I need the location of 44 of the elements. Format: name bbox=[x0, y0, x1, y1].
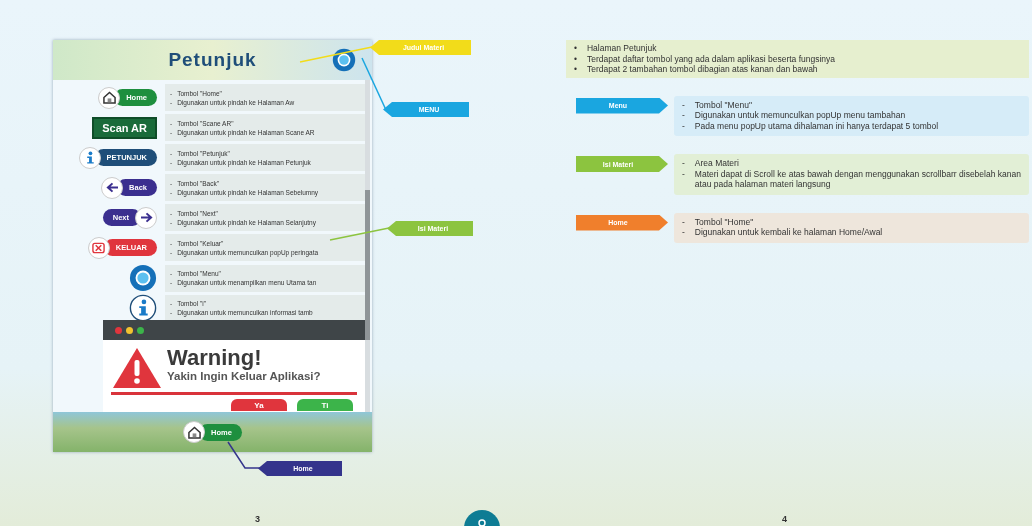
window-dot bbox=[137, 326, 144, 334]
house-icon bbox=[102, 91, 116, 104]
info-button[interactable] bbox=[129, 294, 157, 322]
bullet-mark: - bbox=[682, 99, 685, 110]
page-title: Petunjuk bbox=[168, 49, 257, 71]
description-text: Area Materi bbox=[694, 158, 740, 169]
page-button[interactable] bbox=[464, 510, 500, 526]
bullet-mark: - bbox=[682, 168, 685, 181]
left-arrow-icon bbox=[105, 182, 119, 193]
menu-button[interactable] bbox=[129, 264, 157, 292]
page-number: 4 bbox=[782, 514, 787, 524]
close-icon bbox=[92, 241, 106, 254]
description-text: Materi dapat di Scroll ke atas bawah dengan menggunakan scrollbarr disebelah kanan atau pada halaman materi langsung bbox=[694, 168, 1021, 190]
dialog-message: Yakin Ingin Keluar Aplikasi? bbox=[167, 370, 321, 382]
bullet-mark: - bbox=[682, 110, 685, 121]
no-button[interactable]: Ti bbox=[297, 399, 353, 411]
bullet-mark: - bbox=[682, 216, 685, 227]
menu-button[interactable] bbox=[332, 48, 356, 72]
warning-icon bbox=[111, 346, 163, 390]
description-text: Tombol "Home" bbox=[694, 216, 755, 227]
leader-line bbox=[227, 441, 261, 469]
scrollbar-thumb[interactable] bbox=[365, 190, 370, 340]
bullet-mark: - bbox=[682, 158, 685, 169]
description-text: Digunakan untuk kembali ke halaman Home/Awal bbox=[694, 227, 884, 238]
house-icon bbox=[187, 425, 201, 439]
bullet-mark: • bbox=[574, 53, 577, 64]
yes-button[interactable]: Ya bbox=[231, 399, 287, 411]
page-number: 3 bbox=[255, 514, 260, 524]
scan-ar-button[interactable]: Scan AR bbox=[92, 116, 157, 139]
description-text: Digunakan untuk memunculkan popUp menu tambahan bbox=[694, 110, 907, 121]
bullet-mark: - bbox=[682, 227, 685, 238]
summary-text: Halaman Petunjuk bbox=[587, 43, 657, 54]
right-arrow-icon bbox=[139, 212, 153, 223]
description-text: Tombol "Menu" bbox=[694, 99, 753, 110]
summary-text: Terdapat daftar tombol yang ada dalam aplikasi beserta fungsinya bbox=[587, 53, 836, 64]
window-dot bbox=[115, 326, 122, 334]
summary-text: Terdapat 2 tambahan tombol dibagian atas kanan dan bawah bbox=[587, 64, 818, 75]
description-text: Pada menu popUp utama dihalaman ini hanya terdapat 5 tombol bbox=[694, 120, 940, 131]
dialog-title: Warning! bbox=[167, 346, 263, 370]
leader-line bbox=[329, 227, 390, 241]
window-dot bbox=[126, 326, 133, 334]
bullet-mark: • bbox=[574, 43, 577, 54]
bullet-mark: - bbox=[682, 120, 685, 131]
bullet-mark: • bbox=[574, 64, 577, 75]
